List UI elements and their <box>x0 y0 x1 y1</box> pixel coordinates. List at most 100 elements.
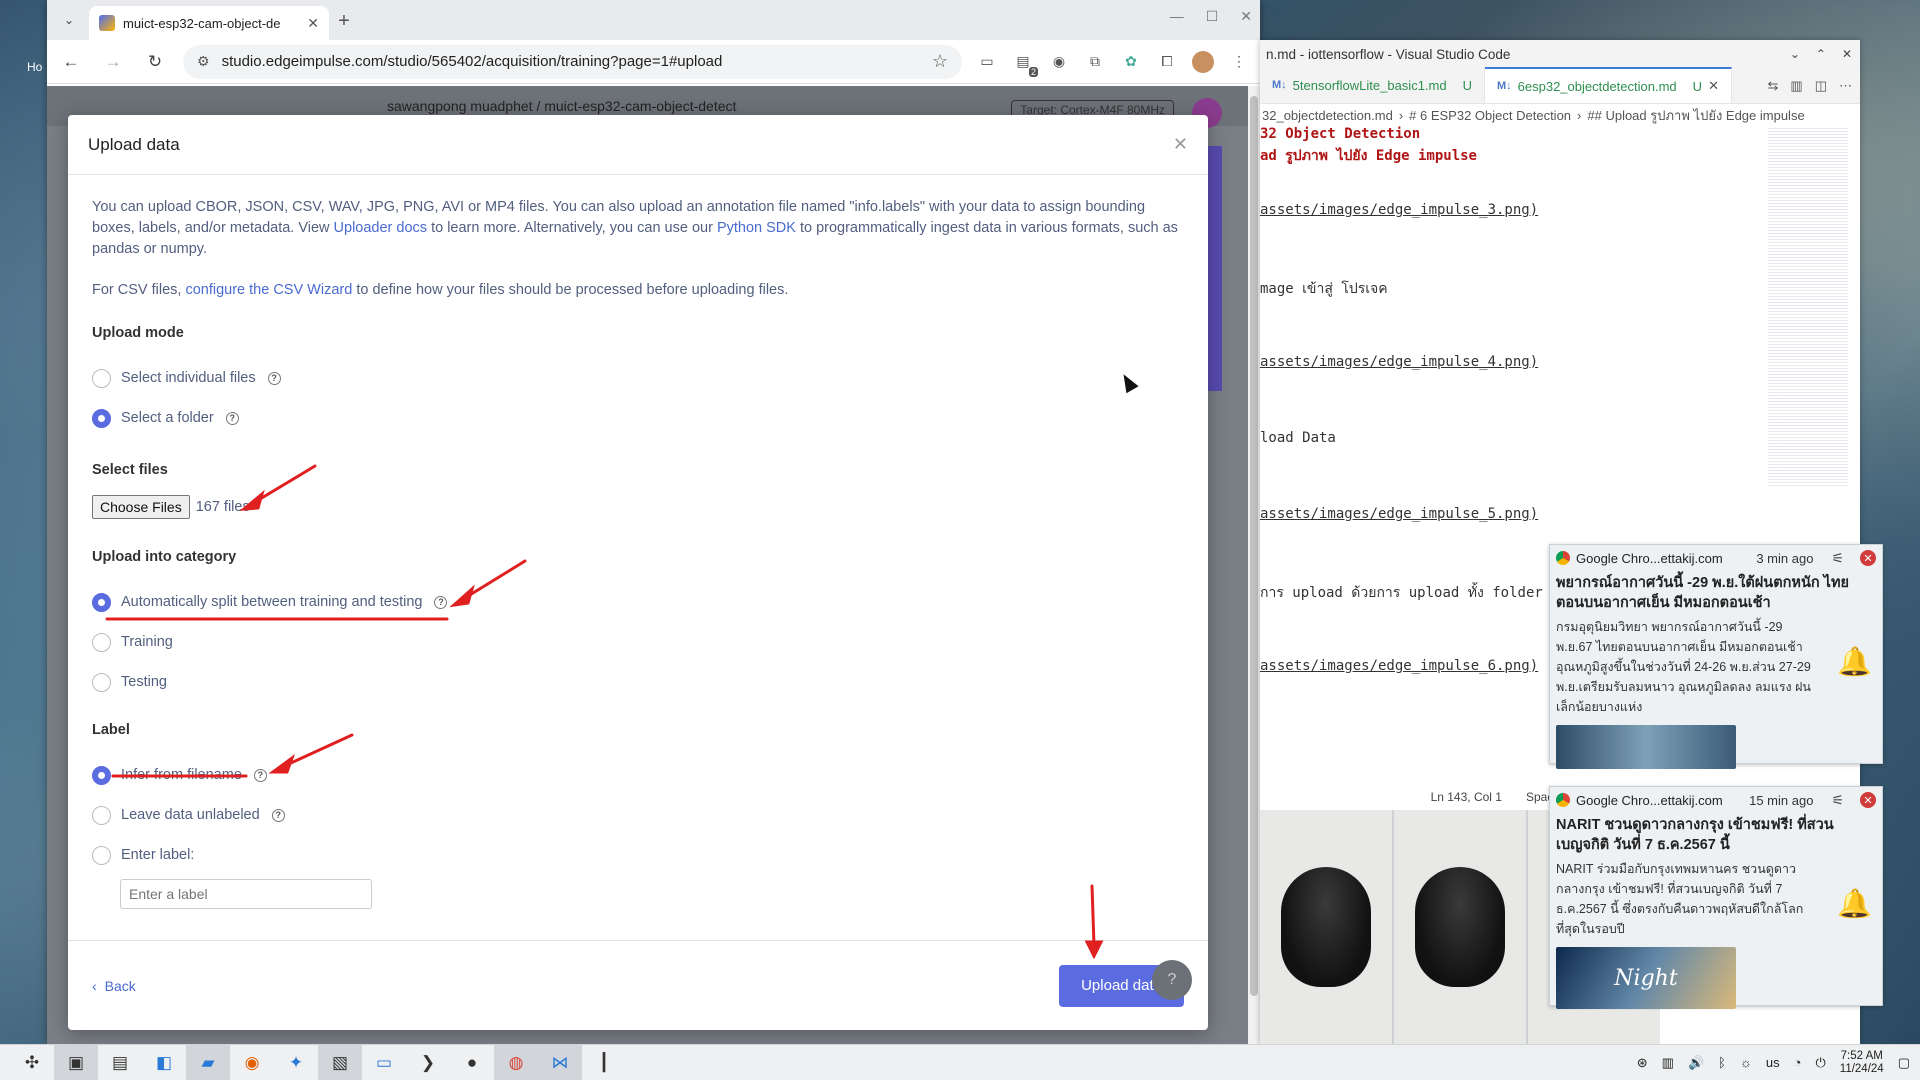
window-close-icon[interactable]: ✕ <box>1842 47 1852 61</box>
extensions-puzzle-icon[interactable]: ⧠ <box>1156 51 1178 73</box>
window-close-icon[interactable]: ✕ <box>1240 8 1252 25</box>
desktop-icon-label[interactable]: Ho <box>27 60 42 74</box>
radio-button[interactable] <box>92 368 111 388</box>
split-editor-icon[interactable]: ◫ <box>1815 78 1827 94</box>
start-menu-icon[interactable]: ✣ <box>10 1045 54 1080</box>
radio-leave-unlabeled[interactable]: Leave data unlabeled? <box>92 795 1184 835</box>
page-scrollbar[interactable] <box>1248 86 1260 1044</box>
help-icon[interactable]: ? <box>267 371 281 385</box>
modal-title: Upload data <box>88 134 180 154</box>
radio-button[interactable] <box>92 845 111 865</box>
profile-avatar[interactable] <box>1192 50 1214 73</box>
chevron-down-icon[interactable]: ⌄ <box>1790 47 1800 61</box>
editor-line-blank[interactable] <box>1260 525 1860 544</box>
help-icon[interactable]: ? <box>434 595 448 609</box>
notification-weather[interactable]: Google Chro...ettakij.com 3 min ago ⚟ ✕ … <box>1549 544 1883 769</box>
camera-icon[interactable]: ◉ <box>1048 51 1070 73</box>
notification-close-icon[interactable]: ✕ <box>1860 792 1876 808</box>
media-icon[interactable]: ▭ <box>976 51 998 73</box>
clipboard-icon[interactable]: ▥ <box>1662 1055 1674 1071</box>
radio-select-individual-files[interactable]: Select individual files? <box>92 358 1184 398</box>
more-actions-icon[interactable]: ⋯ <box>1839 78 1852 94</box>
wifi-icon[interactable]: ◔ <box>1794 1055 1802 1070</box>
preview-icon[interactable]: ▥ <box>1790 78 1802 94</box>
extension-color-icon[interactable]: ✿ <box>1120 51 1142 73</box>
back-link[interactable]: ‹ Back <box>92 978 136 994</box>
desktop-icon[interactable]: ▣ <box>54 1044 98 1080</box>
firefox-icon[interactable]: ◉ <box>230 1045 274 1080</box>
browser-tab[interactable]: muict-esp32-cam-object-de ✕ <box>89 6 329 40</box>
notification-settings-icon[interactable]: ⚟ <box>1831 792 1844 809</box>
terminal-icon[interactable]: ▤ <box>98 1045 142 1080</box>
bookmark-star-icon[interactable]: ☆ <box>932 51 948 72</box>
screenshot-tool-icon[interactable]: ▧ <box>318 1044 362 1080</box>
power-icon[interactable]: ⏻ <box>1815 1055 1825 1071</box>
mouse-image <box>1260 810 1392 1044</box>
notification-settings-icon[interactable]: ⚟ <box>1831 550 1844 567</box>
network-settings-icon[interactable]: ⊛ <box>1637 1055 1648 1071</box>
editor-line-blank[interactable] <box>1260 487 1860 506</box>
tab-search-icon[interactable]: ⌄ <box>55 6 83 34</box>
vscode-tab-objectdetection[interactable]: M↓ 6esp32_objectdetection.md U ✕ <box>1484 67 1732 103</box>
bluetooth-icon[interactable]: ᛒ <box>1718 1055 1726 1070</box>
reload-icon[interactable]: ↻ <box>141 48 169 76</box>
notifications-panel-icon[interactable]: ▢ <box>1898 1055 1910 1071</box>
forward-arrow-icon[interactable]: → <box>99 48 127 76</box>
tab-close-icon[interactable]: ✕ <box>1708 78 1719 94</box>
file-manager-icon[interactable]: ▰ <box>186 1044 230 1080</box>
radio-button[interactable] <box>92 672 111 692</box>
csv-wizard-link[interactable]: configure the CSV Wizard <box>185 282 352 298</box>
maximize-icon[interactable]: ☐ <box>1206 8 1219 25</box>
3d-app-icon[interactable]: ▭ <box>362 1045 406 1080</box>
radio-testing[interactable]: Testing <box>92 662 1184 702</box>
keyboard-layout[interactable]: us <box>1766 1055 1780 1070</box>
back-arrow-icon[interactable]: ← <box>57 48 85 76</box>
tab-close-icon[interactable]: ✕ <box>307 15 319 32</box>
radio-auto-split[interactable]: Automatically split between training and… <box>92 582 1184 622</box>
brightness-icon[interactable]: ☼ <box>1740 1055 1752 1070</box>
address-bar[interactable]: ⚙ studio.edgeimpulse.com/studio/565402/a… <box>183 44 962 79</box>
console-icon[interactable]: ❯ <box>406 1045 450 1080</box>
site-info-icon[interactable]: ⚙ <box>197 53 210 70</box>
choose-files-button[interactable]: Choose Files <box>92 495 190 519</box>
notification-close-icon[interactable]: ✕ <box>1860 550 1876 566</box>
notification-narit[interactable]: Google Chro...ettakij.com 15 min ago ⚟ ✕… <box>1549 786 1883 1009</box>
help-icon[interactable]: ? <box>253 768 267 782</box>
label-input[interactable] <box>120 879 372 909</box>
help-icon[interactable]: ? <box>225 411 239 425</box>
menu-kebab-icon[interactable]: ⋮ <box>1228 51 1250 73</box>
python-sdk-link[interactable]: Python SDK <box>717 220 796 236</box>
volume-icon[interactable]: 🔊 <box>1688 1055 1704 1071</box>
editor-line[interactable]: assets/images/edge_impulse_5.png) <box>1260 506 1860 525</box>
thunderbird-icon[interactable]: ✦ <box>274 1045 318 1080</box>
editor-minimap[interactable] <box>1768 126 1848 486</box>
chrome-taskbar-icon[interactable]: ◍ <box>494 1044 538 1080</box>
github-icon[interactable]: ● <box>450 1045 494 1080</box>
vscode-taskbar-icon[interactable]: ⋈ <box>538 1044 582 1080</box>
radio-button[interactable] <box>92 805 111 825</box>
chevron-up-icon[interactable]: ⌃ <box>1816 47 1826 61</box>
radio-button[interactable] <box>92 592 111 612</box>
minimize-icon[interactable]: — <box>1170 8 1184 25</box>
compare-icon[interactable]: ⇆ <box>1768 78 1779 94</box>
uploader-docs-link[interactable]: Uploader docs <box>334 220 428 236</box>
help-fab-icon[interactable]: ? <box>1152 960 1192 1000</box>
radio-training[interactable]: Training <box>92 622 1184 662</box>
extension-folder-icon[interactable]: ▤ 2 <box>1012 51 1038 77</box>
vr-icon[interactable]: ⧉ <box>1084 51 1106 73</box>
radio-enter-label[interactable]: Enter label: <box>92 835 1184 875</box>
cursor-position[interactable]: Ln 143, Col 1 <box>1431 790 1502 804</box>
help-icon[interactable]: ? <box>271 808 285 822</box>
modal-close-icon[interactable]: ✕ <box>1173 134 1188 155</box>
store-icon[interactable]: ◧ <box>142 1045 186 1080</box>
pin-icon[interactable]: ┃ <box>582 1045 626 1080</box>
new-tab-icon[interactable]: + <box>329 6 359 36</box>
vscode-tab-basic1[interactable]: M↓ 5tensorflowLite_basic1.md U <box>1260 67 1485 103</box>
radio-infer-filename[interactable]: Infer from filename? <box>92 755 1184 795</box>
radio-button[interactable] <box>92 632 111 652</box>
clock[interactable]: 7:52 AM 11/24/24 <box>1840 1050 1884 1076</box>
upload-mode-title: Upload mode <box>92 325 184 341</box>
radio-button[interactable] <box>92 765 111 785</box>
radio-select-folder[interactable]: Select a folder? <box>92 398 1184 438</box>
radio-button[interactable] <box>92 408 111 428</box>
